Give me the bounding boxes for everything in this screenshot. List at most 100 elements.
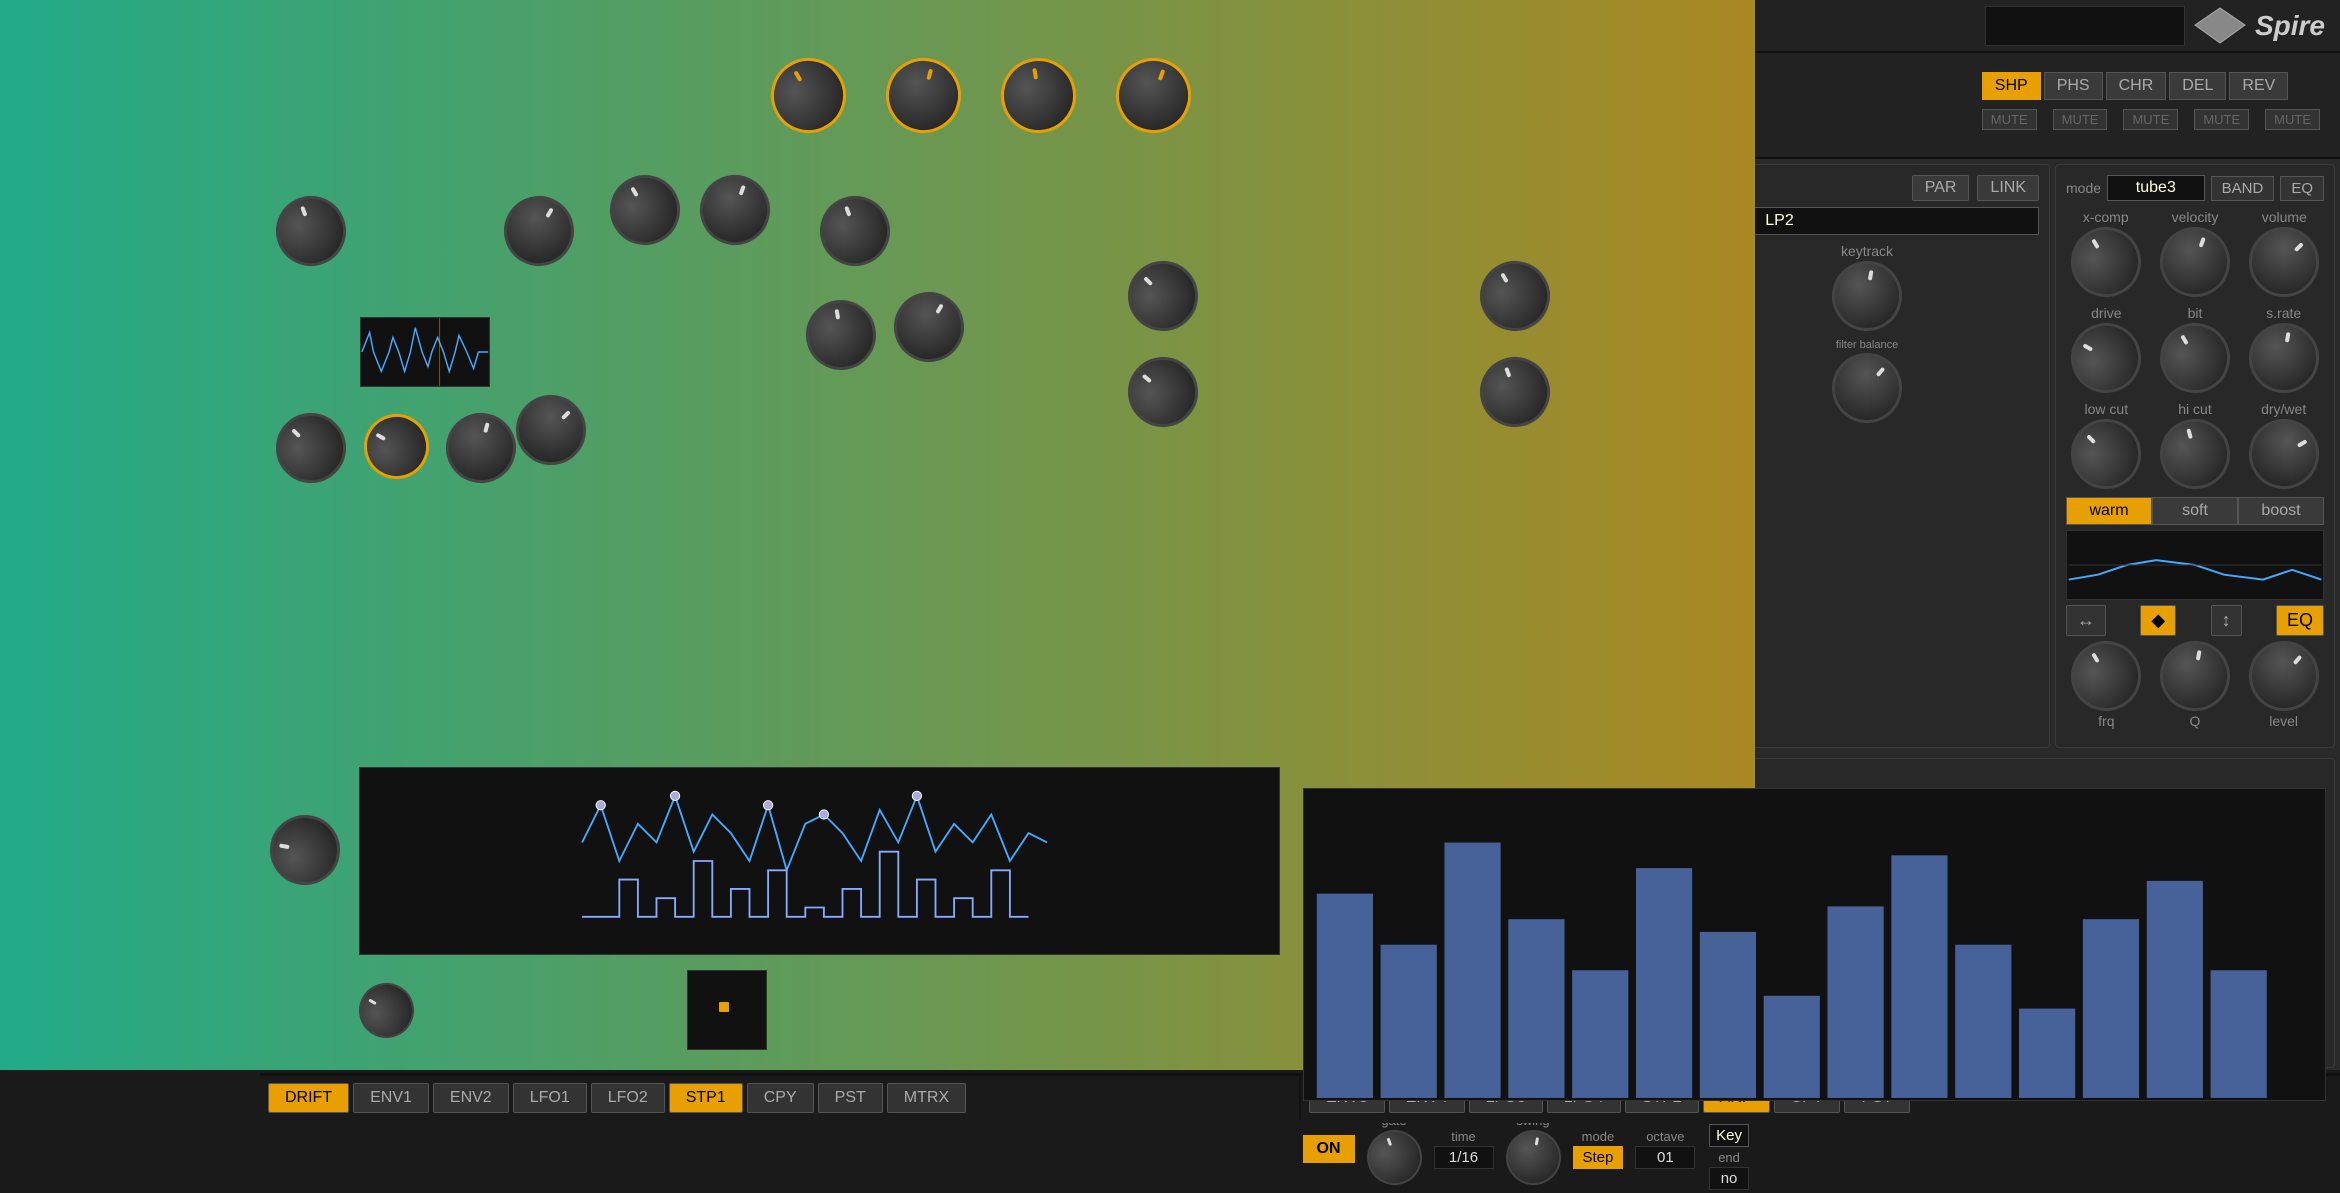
left-cpy-tab[interactable]: CPY	[747, 1083, 814, 1113]
volume-group: volume	[2249, 209, 2319, 297]
mute-rev[interactable]: MUTE	[2265, 109, 2320, 130]
fx-mode-select[interactable]: tube3	[2107, 175, 2205, 201]
hicut-group: hi cut	[2155, 401, 2236, 489]
waveform-display	[360, 317, 490, 387]
main-container: undo redo mod 1 mod 2 mod 3 mod 4 micr	[0, 0, 2340, 1070]
xcomp-knob[interactable]	[2058, 214, 2154, 310]
frq-q-level-row: frq Q level	[2066, 641, 2324, 729]
fx-velocity-group: velocity	[2160, 209, 2230, 297]
bit-label: bit	[2188, 305, 2203, 321]
mtrx-tab[interactable]: MTRX	[887, 1083, 966, 1113]
arp-end-group: end no	[1707, 1150, 1750, 1190]
filter-balance-knob[interactable]	[1818, 339, 1917, 438]
xy-area	[687, 970, 767, 1050]
link-btn[interactable]: LINK	[1977, 175, 2039, 201]
fx-mute-row: MUTE MUTE MUTE MUTE MUTE	[1982, 109, 2320, 130]
q-knob[interactable]	[2154, 635, 2235, 716]
mute-shp[interactable]: MUTE	[1982, 109, 2037, 130]
fx-tabs: SHP PHS CHR DEL REV	[1982, 72, 2320, 100]
hicut-label: hi cut	[2178, 401, 2211, 417]
lfo2-tab[interactable]: LFO2	[591, 1083, 665, 1113]
drive-group: drive	[2066, 305, 2147, 393]
level-group: level	[2243, 641, 2324, 729]
fx-phs-tab[interactable]: PHS	[2044, 72, 2103, 100]
fx-btn3[interactable]: ↕	[2211, 605, 2242, 636]
fx-chr-tab[interactable]: CHR	[2106, 72, 2167, 100]
mute-phs[interactable]: MUTE	[2053, 109, 2108, 130]
main-content: Spire ◀ ▶ MENU INIT Let's Rock! :..oo00.…	[260, 0, 2340, 1070]
warm-btn[interactable]: warm	[2066, 497, 2152, 525]
gate-group: gate	[1367, 1113, 1422, 1185]
warm-soft-boost-row: warm soft boost	[2066, 497, 2324, 525]
lfo1-tab[interactable]: LFO1	[513, 1083, 587, 1113]
level-knob[interactable]	[2234, 627, 2333, 726]
env1-tab[interactable]: ENV1	[353, 1083, 429, 1113]
arp-mode-group: mode Step	[1573, 1129, 1624, 1169]
arp-display	[1303, 788, 2327, 1101]
q-label: Q	[2190, 713, 2201, 729]
fx-velocity-knob[interactable]	[2150, 217, 2240, 307]
brand-name: Spire	[2255, 10, 2325, 42]
par-btn[interactable]: PAR	[1912, 175, 1970, 201]
mute-chr[interactable]: MUTE	[2123, 109, 2178, 130]
fx-mode-row: mode tube3 BAND EQ	[2066, 175, 2324, 201]
fx-rev-tab[interactable]: REV	[2229, 72, 2288, 100]
arp-end-label: end	[1718, 1150, 1740, 1165]
step-btn[interactable]: Step	[1573, 1146, 1624, 1169]
drift-tab[interactable]: DRIFT	[268, 1083, 349, 1113]
keytrack-knob[interactable]	[1826, 255, 1907, 336]
step-display-svg	[360, 768, 1279, 954]
stp1-tab[interactable]: STP1	[669, 1083, 743, 1113]
xy-point	[719, 1002, 729, 1012]
boost-btn[interactable]: boost	[2238, 497, 2324, 525]
level-meter-area	[1985, 6, 2185, 46]
volume-knob[interactable]	[2235, 213, 2334, 312]
arp-display-svg	[1304, 789, 2326, 1100]
waveform-svg	[361, 318, 489, 386]
frq-knob[interactable]	[2059, 628, 2155, 724]
step-display	[359, 767, 1280, 955]
fx-del-tab[interactable]: DEL	[2169, 72, 2226, 100]
srate-group: s.rate	[2243, 305, 2324, 393]
arp-time-val[interactable]: 1/16	[1434, 1146, 1494, 1169]
fx-knobs-grid: drive bit s.rate low cut	[2066, 305, 2324, 489]
fx-eq-btn[interactable]: EQ	[2280, 176, 2324, 201]
env2-tab[interactable]: ENV2	[433, 1083, 509, 1113]
keytrack-label: keytrack	[1841, 243, 1893, 259]
lowcut-knob[interactable]	[2057, 405, 2156, 504]
arp-octave-label: octave	[1646, 1129, 1684, 1144]
drive-knob[interactable]	[2059, 310, 2155, 406]
filter-balance-label: filter balance	[1836, 339, 1898, 351]
drywet-knob[interactable]	[2236, 406, 2332, 502]
srate-knob[interactable]	[2243, 317, 2324, 398]
volume-label: volume	[2262, 209, 2307, 225]
fx-bottom-btns: ↔ ◆ ↕ EQ	[2066, 605, 2324, 636]
mute-del[interactable]: MUTE	[2194, 109, 2249, 130]
swing-group: swing	[1506, 1113, 1561, 1185]
xcomp-vel-vol-row: x-comp velocity volume	[2066, 209, 2324, 297]
arp-on-btn[interactable]: ON	[1303, 1135, 1355, 1163]
arp-end-val[interactable]: no	[1709, 1167, 1749, 1190]
left-pst-tab[interactable]: PST	[818, 1083, 883, 1113]
q-group: Q	[2155, 641, 2236, 729]
hicut-knob[interactable]	[2152, 411, 2238, 497]
spire-icon	[2190, 3, 2250, 48]
fx-btn2[interactable]: ◆	[2140, 605, 2176, 636]
fx-band-btn[interactable]: BAND	[2211, 176, 2275, 201]
bit-knob[interactable]	[2147, 310, 2243, 406]
eq-curve-area	[2066, 530, 2324, 600]
soft-btn[interactable]: soft	[2152, 497, 2238, 525]
arp-octave-val[interactable]: 01	[1635, 1146, 1695, 1169]
fx-btn1[interactable]: ↔	[2066, 605, 2106, 636]
fx-eq-btn2[interactable]: EQ	[2276, 605, 2324, 636]
lowcut-group: low cut	[2066, 401, 2147, 489]
fx-shp-tab[interactable]: SHP	[1982, 72, 2041, 100]
drywet-label: dry/wet	[2261, 401, 2306, 417]
arp-time-label: time	[1451, 1129, 1476, 1144]
gate-knob[interactable]	[1359, 1122, 1429, 1192]
key-select[interactable]: Key	[1709, 1124, 1749, 1147]
drive-label: drive	[2091, 305, 2121, 321]
arp-octave-group: octave 01	[1635, 1129, 1695, 1169]
xcomp-label: x-comp	[2083, 209, 2129, 225]
swing-knob[interactable]	[1501, 1126, 1565, 1190]
